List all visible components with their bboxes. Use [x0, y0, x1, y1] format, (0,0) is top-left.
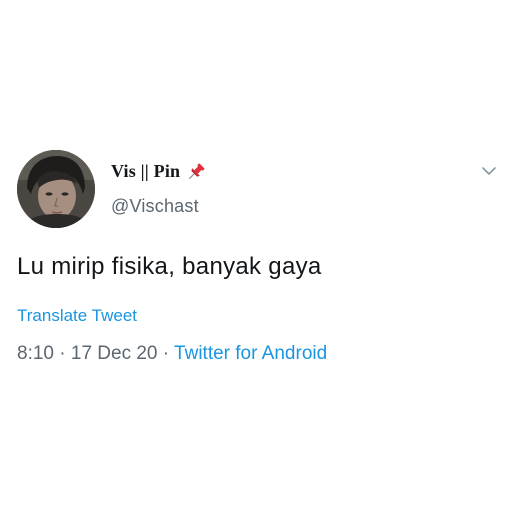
author-name-row[interactable]: Vis || Pin	[111, 161, 206, 182]
author-display-name[interactable]: Vis || Pin	[111, 161, 180, 182]
author-handle[interactable]: @Vischast	[111, 196, 199, 217]
avatar-photo	[17, 150, 95, 228]
pushpin-icon	[186, 162, 206, 182]
tweet-card: Vis || Pin @Vischast Lu mirip fisika, ba…	[0, 0, 512, 512]
chevron-down-icon[interactable]	[480, 164, 498, 178]
tweet-time[interactable]: 8:10	[17, 343, 54, 364]
tweet-text: Lu mirip fisika, banyak gaya	[17, 253, 322, 280]
translate-tweet-link[interactable]: Translate Tweet	[17, 306, 137, 326]
avatar[interactable]	[17, 150, 95, 228]
meta-separator: ·	[157, 343, 175, 364]
tweet-source-link[interactable]: Twitter for Android	[174, 343, 327, 364]
tweet-meta: 8:10 · 17 Dec 20 · Twitter for Android	[17, 343, 327, 365]
meta-separator: ·	[53, 343, 71, 364]
tweet-date[interactable]: 17 Dec 20	[71, 343, 158, 364]
